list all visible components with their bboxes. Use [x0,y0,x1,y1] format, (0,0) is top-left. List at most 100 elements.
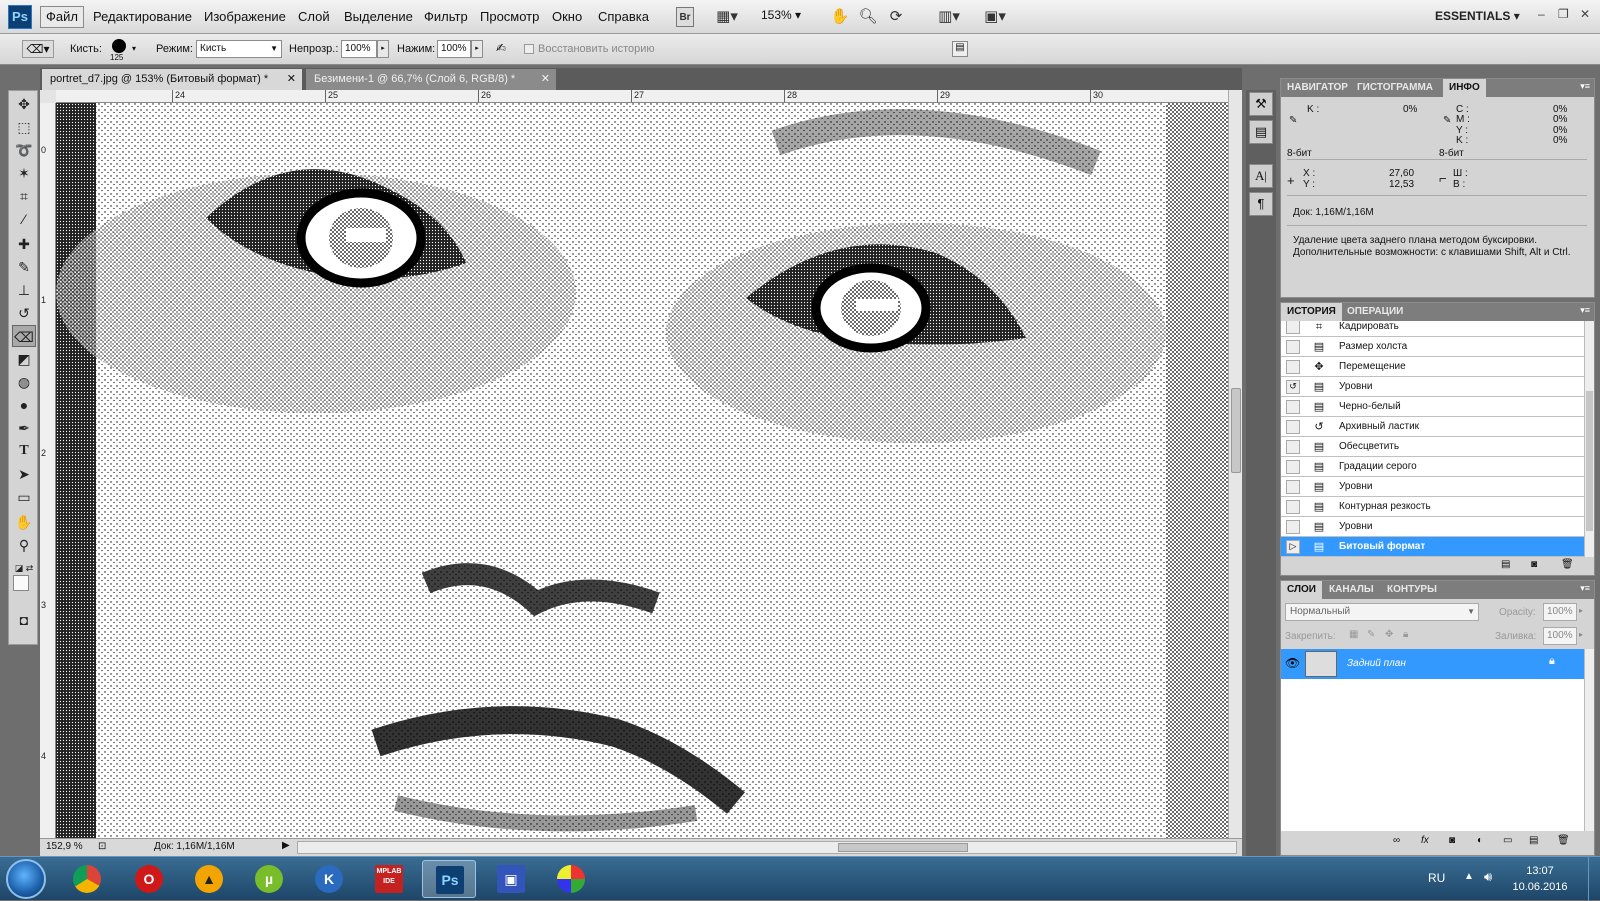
tab-layers[interactable]: СЛОИ [1281,581,1322,599]
hand-tool-icon[interactable]: ✋ [12,511,36,533]
zoom-tool-icon[interactable]: ⚲ [12,534,36,556]
zoom-status[interactable]: 152,9 % [46,841,83,852]
layer-mask-icon[interactable]: ◙ [1449,835,1455,846]
list-item[interactable]: ↺ Архивный ластик [1281,417,1584,437]
eyedropper-icon[interactable]: ⁄ [12,208,36,230]
rotate-view-icon[interactable]: ⟳ [886,7,906,27]
paint-bucket-icon[interactable]: ◩ [12,348,36,370]
scroll-thumb[interactable] [838,843,968,852]
status-arrow-icon[interactable]: ▶ [282,840,290,851]
history-scrollbar[interactable] [1584,321,1594,557]
scroll-thumb[interactable] [1231,388,1241,473]
mplab-icon[interactable]: MPLAB IDE [362,860,416,898]
lasso-tool-icon[interactable]: ➰ [12,139,36,161]
lock-all-icon[interactable]: 🔒︎ [1403,629,1408,640]
lock-image-icon[interactable]: ✎ [1367,629,1375,640]
panel-menu-icon[interactable]: ▾≡ [1580,583,1590,594]
menu-file[interactable]: Файл [40,6,84,28]
link-layers-icon[interactable]: ∞ [1393,835,1400,846]
tool-presets-icon[interactable]: ⚒ [1249,92,1273,116]
brush-dropdown-icon[interactable]: ▾ [132,44,136,53]
layer-row[interactable]: 👁︎ Задний план 🔒︎ [1281,649,1584,679]
opacity-field[interactable]: 100% [341,40,377,58]
menu-image[interactable]: Изображение [204,9,286,24]
menu-select[interactable]: Выделение [344,9,413,24]
new-layer-icon[interactable]: ▤ [1529,835,1538,846]
browser-icon[interactable]: K [302,860,356,898]
list-item[interactable]: ▤ Контурная резкость [1281,497,1584,517]
flow-field[interactable]: 100% [437,40,471,58]
shape-tool-icon[interactable]: ▭ [12,486,36,508]
restore-history-checkbox[interactable] [524,44,534,54]
menu-filter[interactable]: Фильтр [424,9,468,24]
airbrush-icon[interactable]: ✍ [496,41,514,57]
tab-histogram[interactable]: ГИСТОГРАММА [1351,79,1439,97]
screen-mode-icon[interactable]: ▣▾ [978,7,1012,27]
flow-slider-button[interactable]: ▸ [471,40,483,58]
tab-bezimeni[interactable]: Безимени-1 @ 66,7% (Слой 6, RGB/8) * ✕ [306,69,556,90]
menu-help[interactable]: Справка [598,9,649,24]
tab-info[interactable]: ИНФО [1443,79,1486,97]
lock-position-icon[interactable]: ✥ [1385,629,1393,640]
bridge-button[interactable]: Br [676,7,694,27]
path-selection-icon[interactable]: ➤ [12,463,36,485]
zoom-level-select[interactable]: 153% ▾ [761,8,801,22]
eye-icon[interactable]: 👁︎ [1285,656,1300,670]
dodge-tool-icon[interactable]: ● [12,394,36,416]
eraser-tool-icon[interactable]: ⌫ [12,325,36,347]
panel-menu-icon[interactable]: ▾≡ [1580,81,1590,92]
trash-icon[interactable]: 🗑︎ [1557,835,1570,846]
trash-icon[interactable]: 🗑︎ [1561,559,1574,570]
new-snapshot-icon[interactable]: ◙ [1531,559,1537,570]
mode-select[interactable]: Кисть ▼ [196,40,282,58]
tab-history[interactable]: ИСТОРИЯ [1281,303,1342,321]
list-item[interactable]: ▤ Уровни [1281,517,1584,537]
fill-field[interactable]: 100% [1543,627,1577,645]
eraser-preset-icon[interactable]: ⌫▾ [22,40,54,58]
close-tab-icon[interactable]: ✕ [541,69,550,89]
tab-navigator[interactable]: НАВИГАТОР [1281,79,1354,97]
tab-actions[interactable]: ОПЕРАЦИИ [1341,303,1409,321]
list-item[interactable]: ▤ Градации серого [1281,457,1584,477]
history-source-icon[interactable]: ↺ [1286,380,1300,394]
new-document-from-state-icon[interactable]: ▤ [1501,559,1510,570]
character-panel-icon[interactable]: A| [1249,164,1273,188]
close-icon[interactable]: ✕ [1580,7,1590,21]
menu-layer[interactable]: Слой [298,9,330,24]
move-tool-icon[interactable]: ✥ [12,93,36,115]
opacity-slider-button[interactable]: ▸ [377,40,389,58]
tab-portret[interactable]: portret_d7.jpg @ 153% (Битовый формат) *… [42,69,302,90]
language-indicator[interactable]: RU [1428,871,1445,885]
brush-tip-icon[interactable] [112,39,126,53]
tablet-pressure-icon[interactable]: ▤ [952,41,968,57]
chrome-icon[interactable] [60,860,114,898]
opacity-slider-button[interactable]: ▸ [1579,606,1583,615]
photoshop-icon[interactable]: Ps [422,860,476,898]
status-menu-icon[interactable]: ⊡ [98,841,106,852]
menu-window[interactable]: Окно [552,9,582,24]
show-desktop-button[interactable] [1588,857,1600,901]
utorrent-icon[interactable]: µ [242,860,296,898]
brush-tool-icon[interactable]: ✎ [12,256,36,278]
system-clock[interactable]: 13:07 10.06.2016 [1500,863,1580,895]
workspace-switcher[interactable]: ESSENTIALS ▾ [1435,9,1520,23]
type-tool-icon[interactable]: T [12,440,36,462]
blend-mode-select[interactable]: Нормальный ▼ [1285,603,1479,621]
list-item-selected[interactable]: ▷ ▤ Битовый формат [1281,537,1584,557]
list-item[interactable]: ▤ Уровни [1281,477,1584,497]
quick-mask-icon[interactable]: ◘ [12,609,36,631]
clone-stamp-icon[interactable]: ⊥ [12,279,36,301]
save-icon[interactable]: ▣ [484,860,538,898]
vertical-scrollbar[interactable] [1228,90,1242,838]
list-item[interactable]: ▤ Размер холста [1281,337,1584,357]
magic-wand-icon[interactable]: ✶ [12,162,36,184]
scroll-thumb[interactable] [1586,391,1593,531]
new-group-icon[interactable]: ▭ [1503,835,1512,846]
menu-view[interactable]: Просмотр [480,9,539,24]
brush-presets-icon[interactable]: ▤ [1249,120,1273,144]
start-button[interactable] [6,859,46,899]
layers-scrollbar[interactable] [1584,649,1594,831]
close-tab-icon[interactable]: ✕ [287,69,296,89]
volume-icon[interactable]: 🔊︎ [1484,869,1492,885]
history-brush-icon[interactable]: ↺ [12,302,36,324]
